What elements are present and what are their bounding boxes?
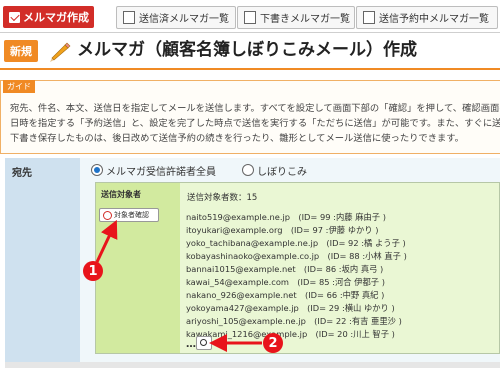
new-badge: 新規: [4, 40, 38, 62]
tab-scheduled-label: 送信予約中メルマガ一覧: [379, 14, 489, 25]
guide-line: 日時を指定する「予約送信」と、設定を完了した時点で送信を実行する「ただちに送信」…: [10, 118, 500, 129]
recipient-item: ariyoshi_105@example.ne.jp (ID= 22 :有吉 亜…: [186, 316, 402, 326]
recipient-item: bannai1015@example.net (ID= 86 :坂内 真弓 ): [186, 264, 384, 274]
recipient-item: naito519@example.ne.jp (ID= 99 :内藤 麻由子 ): [186, 212, 386, 222]
check-recipients-label: 対象者確認: [114, 211, 149, 219]
tab-sent-newsletters[interactable]: 送信済メルマガ一覧: [116, 6, 236, 29]
recipient-item: yokoyama427@example.jp (ID= 29 :横山 ゆかり ): [186, 303, 395, 313]
list-icon: [123, 11, 135, 24]
tab-scheduled-newsletters[interactable]: 送信予約中メルマガ一覧: [356, 6, 498, 29]
recipient-item: yoko_tachibana@example.ne.jp (ID= 92 :橘 …: [186, 238, 406, 248]
destination-label-cell: [5, 158, 80, 368]
tab-sent-label: 送信済メルマガ一覧: [139, 14, 229, 25]
pencil-icon: [50, 42, 71, 62]
toolbar-divider: [0, 32, 500, 33]
recipient-count: 送信対象者数：15: [187, 193, 258, 203]
page-title: メルマガ（顧客名簿しぼりこみメール）作成: [77, 40, 417, 60]
check-recipients-button[interactable]: 対象者確認: [99, 208, 159, 222]
recipient-item: itoyukari@example.org (ID= 97 :伊藤 ゆかり ): [186, 225, 379, 235]
list-icon: [244, 11, 256, 24]
refresh-icon: [103, 210, 112, 220]
recipients-title: 送信対象者: [101, 190, 141, 199]
recipient-item: kawai_54@example.com (ID= 85 :河合 伊都子 ): [186, 277, 385, 287]
guide-line: 下書き保存したものは、後日改めて送信予約の続きを行ったり、雛形としてメール送信に…: [10, 133, 464, 144]
guide-tag: ガイド: [3, 80, 35, 93]
radio-filter[interactable]: [242, 164, 254, 176]
create-newsletter-label: メルマガ作成: [23, 11, 89, 24]
callout-1-badge: 1: [83, 261, 103, 281]
list-icon: [363, 11, 375, 24]
tab-draft-label: 下書きメルマガ一覧: [260, 14, 350, 25]
guide-text: 宛先、件名、本文、送信日を指定してメールを送信します。すべてを設定して画面下部の…: [10, 101, 500, 146]
radio-filter-label[interactable]: しぼりこみ: [257, 163, 307, 178]
create-newsletter-button[interactable]: メルマガ作成: [3, 6, 94, 28]
recipient-item: nakano_926@example.net (ID= 66 :中野 真紀 ): [186, 290, 385, 300]
radio-all-subscribers-label[interactable]: メルマガ受信許諾者全員: [106, 163, 216, 178]
recipient-item: kawakami_1216@example.jp (ID= 20 :川上 智子 …: [186, 329, 395, 339]
destination-label: 宛先: [12, 168, 32, 179]
recipient-item: kobayashinaoko@example.co.jp (ID= 88 :小林…: [186, 251, 407, 261]
radio-all-subscribers[interactable]: [91, 164, 103, 176]
callout-2-badge: 2: [263, 333, 283, 353]
checkbox-icon: [9, 11, 20, 23]
guide-line: 宛先、件名、本文、送信日を指定してメールを送信します。すべてを設定して画面下部の…: [10, 103, 500, 114]
show-more-button[interactable]: [196, 336, 212, 350]
more-ellipsis: …: [186, 339, 196, 350]
title-underline: [0, 68, 500, 70]
tab-draft-newsletters[interactable]: 下書きメルマガ一覧: [237, 6, 355, 29]
next-row-edge: [5, 362, 500, 368]
